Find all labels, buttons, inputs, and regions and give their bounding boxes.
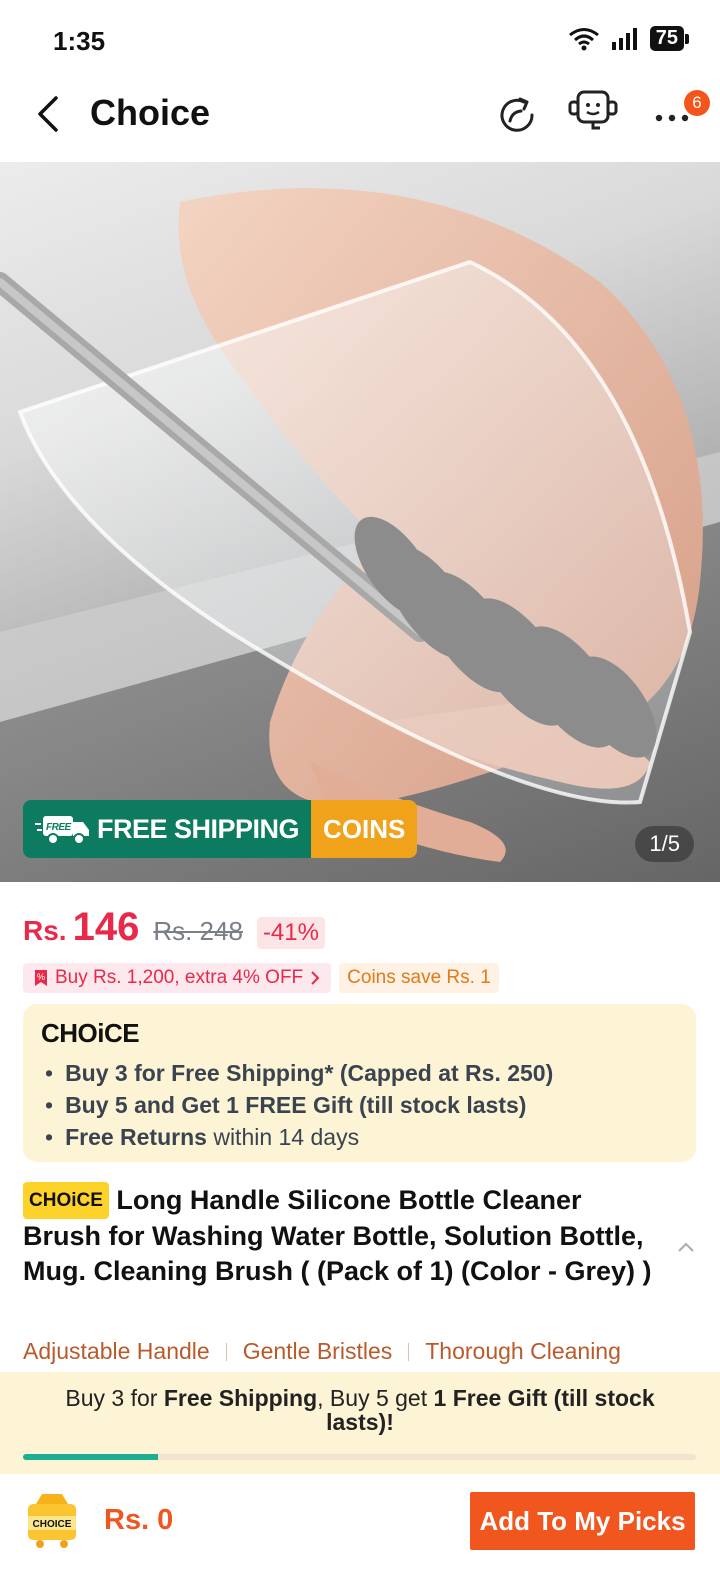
feature-tag: Gentle Bristles — [242, 1338, 393, 1364]
current-price: 146 — [72, 905, 140, 949]
status-icons: 75 — [568, 26, 690, 51]
product-title: CHOiCE Long Handle Silicone Bottle Clean… — [23, 1182, 663, 1289]
coins-label: COINS — [311, 800, 418, 858]
discount-badge: -41% — [256, 917, 325, 949]
benefit-text-rest: within 14 days — [206, 1124, 360, 1150]
image-counter: 1/5 — [635, 826, 694, 862]
choice-logo: CHOiCE — [41, 1018, 140, 1048]
product-photo — [0, 188, 720, 882]
benefit-text: Free Returns — [65, 1124, 207, 1150]
promo-chips: % Buy Rs. 1,200, extra 4% OFF Coins save… — [23, 963, 499, 993]
benefit-item: Free Returns within 14 days — [41, 1121, 678, 1153]
benefit-item: Buy 3 for Free Shipping* (Capped at Rs. … — [41, 1057, 678, 1089]
banner-text-1: Buy 3 for — [65, 1385, 164, 1411]
choice-benefits: CHOiCE Buy 3 for Free Shipping* (Capped … — [23, 1004, 696, 1162]
chevron-left-icon[interactable] — [30, 92, 70, 136]
product-image[interactable]: FREE FREE SHIPPING COINS 1/5 — [0, 162, 720, 882]
svg-text:%: % — [37, 972, 45, 982]
price-row: Rs. 146 Rs. 248 -41% — [23, 905, 325, 950]
refresh-share-icon[interactable] — [496, 94, 538, 136]
battery-icon: 75 — [649, 26, 690, 51]
shipping-banner-text: Buy 3 for Free Shipping, Buy 5 get 1 Fre… — [30, 1386, 690, 1434]
status-time: 1:35 — [53, 26, 106, 56]
delivery-truck-icon: FREE — [35, 816, 89, 845]
benefit-text: Buy 3 for Free Shipping* (Capped at Rs. … — [65, 1060, 554, 1086]
promo-strip: FREE FREE SHIPPING COINS — [23, 800, 418, 858]
bundle-offer-chip[interactable]: % Buy Rs. 1,200, extra 4% OFF — [23, 963, 332, 993]
free-shipping-label: FREE FREE SHIPPING — [23, 800, 312, 858]
feature-tag: Adjustable Handle — [23, 1338, 210, 1364]
cart-label: CHOICE — [33, 1519, 72, 1530]
coins-save-chip: Coins save Rs. 1 — [339, 963, 499, 993]
price-currency: Rs. — [23, 915, 67, 946]
page-title: Choice — [90, 92, 211, 133]
wifi-icon — [568, 27, 599, 50]
more-menu[interactable]: 6 — [644, 84, 716, 140]
add-to-picks-button[interactable]: Add To My Picks — [470, 1492, 695, 1550]
coupon-icon: % — [35, 970, 47, 986]
feature-tag: Thorough Cleaning — [425, 1338, 621, 1364]
benefit-list: Buy 3 for Free Shipping* (Capped at Rs. … — [41, 1057, 678, 1153]
benefit-item: Buy 5 and Get 1 FREE Gift (till stock la… — [41, 1089, 678, 1121]
shipping-banner: Buy 3 for Free Shipping, Buy 5 get 1 Fre… — [0, 1372, 720, 1474]
progress-bar — [23, 1454, 696, 1460]
product-title-text: Long Handle Silicone Bottle Cleaner Brus… — [23, 1185, 652, 1286]
banner-text-3: , Buy 5 get — [317, 1385, 434, 1411]
feature-tags: Adjustable Handle Gentle Bristles Thorou… — [23, 1338, 621, 1365]
benefit-text: Buy 5 and Get 1 FREE Gift (till stock la… — [65, 1092, 527, 1118]
free-shipping-text: FREE SHIPPING — [97, 813, 300, 844]
signal-icon — [611, 27, 637, 50]
progress-fill — [23, 1454, 158, 1460]
chevron-up-icon[interactable] — [676, 1240, 696, 1254]
status-bar: 1:35 75 — [0, 0, 720, 80]
chevron-right-icon — [311, 971, 320, 985]
divider — [408, 1342, 410, 1361]
top-nav: Choice 6 — [0, 80, 720, 162]
choice-cart-icon[interactable]: CHOICE — [22, 1492, 82, 1550]
bottom-bar: CHOICE Rs. 0 Add To My Picks — [0, 1474, 720, 1570]
choice-tag: CHOiCE — [23, 1182, 109, 1219]
customer-service-icon[interactable] — [566, 88, 622, 136]
notification-badge: 6 — [684, 90, 710, 116]
picks-total: Rs. 0 — [104, 1504, 174, 1536]
free-icon-text: FREE — [46, 822, 72, 833]
bundle-offer-text: Buy Rs. 1,200, extra 4% OFF — [55, 967, 304, 988]
original-price: Rs. 248 — [153, 916, 243, 946]
banner-text-2: Free Shipping — [163, 1385, 318, 1411]
divider — [225, 1342, 227, 1361]
